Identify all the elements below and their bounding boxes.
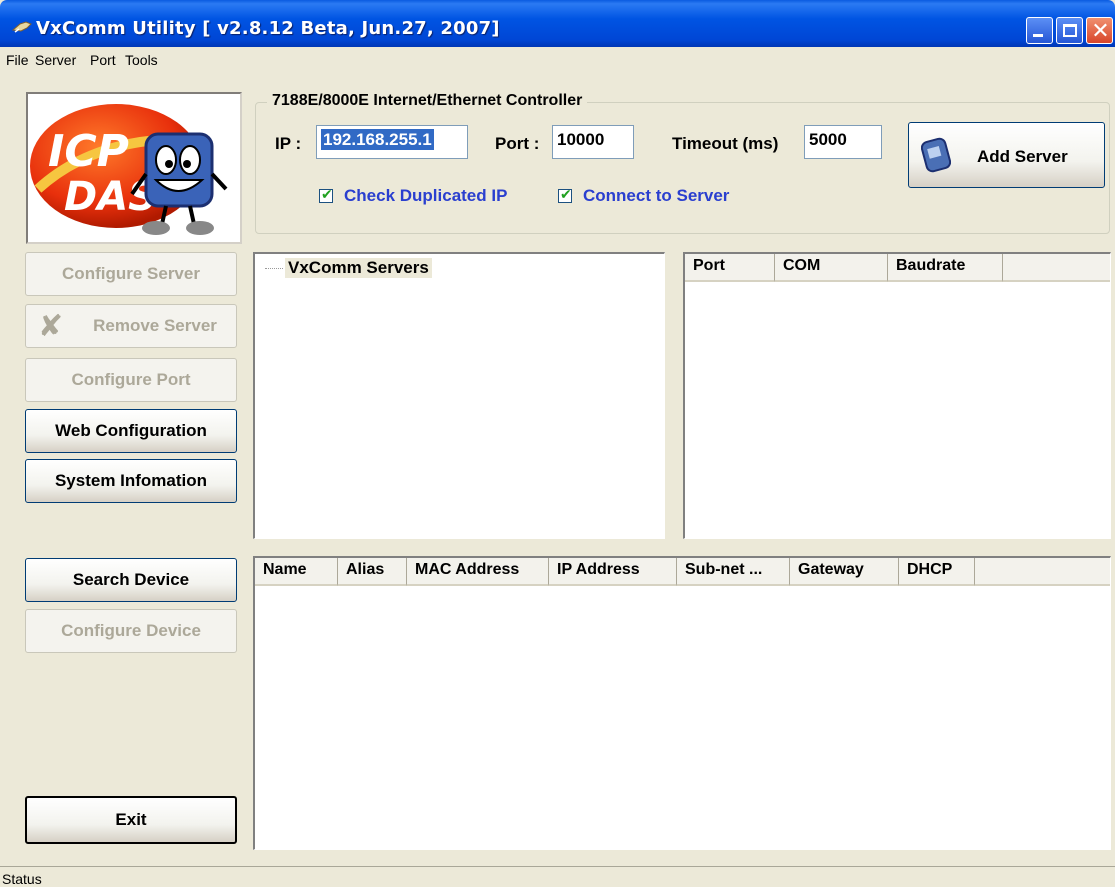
web-configuration-button[interactable]: Web Configuration (25, 409, 237, 453)
col-port[interactable]: Port (685, 254, 775, 282)
search-device-button[interactable]: Search Device (25, 558, 237, 602)
col-alias[interactable]: Alias (338, 558, 407, 586)
configure-server-button[interactable]: Configure Server (25, 252, 237, 296)
configure-port-label: Configure Port (71, 370, 191, 389)
search-device-label: Search Device (72, 570, 190, 589)
exit-button[interactable]: Exit (25, 796, 237, 844)
connect-to-server-checkbox[interactable]: ✔ (558, 186, 572, 203)
add-server-label: Add Server (977, 147, 1068, 166)
minimize-icon (1033, 34, 1043, 37)
maximize-button[interactable] (1056, 17, 1083, 44)
check-mark-icon: ✔ (560, 186, 572, 202)
device-module-icon (921, 137, 951, 173)
ip-input[interactable]: 192.168.255.1 (316, 125, 468, 159)
port-label: Port : (495, 134, 540, 153)
check-mark-icon: ✔ (321, 186, 333, 202)
menu-port[interactable]: Port (90, 52, 116, 68)
remove-server-button[interactable]: ✘ Remove Server (25, 304, 237, 348)
ip-value: 192.168.255.1 (321, 129, 434, 150)
logo-text-icp: ICP (48, 126, 129, 177)
tree-root-label: VxComm Servers (285, 258, 432, 278)
title-bar[interactable]: VxComm Utility [ v2.8.12 Beta, Jun.27, 2… (0, 0, 1115, 47)
menu-tools[interactable]: Tools (125, 52, 158, 68)
close-button[interactable]: ✕ (1086, 17, 1113, 44)
col-dhcp[interactable]: DHCP (899, 558, 975, 586)
controller-group-title: 7188E/8000E Internet/Ethernet Controller (267, 92, 588, 110)
port-list[interactable]: Port COM Baudrate (683, 252, 1111, 539)
remove-server-label: Remove Server (93, 316, 217, 335)
device-list-header: Name Alias MAC Address IP Address Sub-ne… (255, 558, 1110, 586)
minimize-button[interactable] (1026, 17, 1053, 44)
add-server-button[interactable]: Add Server (908, 122, 1105, 188)
servers-tree[interactable]: VxComm Servers (253, 252, 665, 539)
status-text: Status (2, 871, 42, 887)
port-list-header: Port COM Baudrate (685, 254, 1110, 282)
col-com[interactable]: COM (775, 254, 888, 282)
check-duplicated-ip-label[interactable]: Check Duplicated IP (344, 186, 507, 206)
configure-server-label: Configure Server (62, 264, 200, 283)
system-information-button[interactable]: System Infomation (25, 459, 237, 503)
port-value: 10000 (557, 130, 605, 149)
port-input[interactable]: 10000 (552, 125, 634, 159)
col-baudrate[interactable]: Baudrate (888, 254, 1003, 282)
app-icon (12, 21, 32, 33)
menu-server[interactable]: Server (35, 52, 76, 68)
status-bar: Status (0, 866, 1115, 887)
timeout-input[interactable]: 5000 (804, 125, 882, 159)
maximize-icon (1063, 24, 1077, 37)
device-list[interactable]: Name Alias MAC Address IP Address Sub-ne… (253, 556, 1111, 850)
tree-connector (265, 267, 283, 269)
window-title: VxComm Utility [ v2.8.12 Beta, Jun.27, 2… (36, 18, 500, 39)
connect-to-server-label[interactable]: Connect to Server (583, 186, 729, 206)
menu-bar: File Server Port Tools (0, 47, 1115, 72)
tree-root-item[interactable]: VxComm Servers (265, 258, 432, 278)
configure-device-button[interactable]: Configure Device (25, 609, 237, 653)
exit-label: Exit (115, 810, 147, 829)
system-information-label: System Infomation (54, 471, 208, 490)
col-gateway[interactable]: Gateway (790, 558, 899, 586)
timeout-value: 5000 (809, 130, 847, 149)
col-name[interactable]: Name (255, 558, 338, 586)
header-filler (1003, 254, 1110, 282)
configure-device-label: Configure Device (61, 621, 201, 640)
col-mac-address[interactable]: MAC Address (407, 558, 549, 586)
check-duplicated-ip-checkbox[interactable]: ✔ (319, 186, 333, 203)
configure-port-button[interactable]: Configure Port (25, 358, 237, 402)
web-configuration-label: Web Configuration (55, 421, 207, 440)
header-filler (975, 558, 1110, 586)
remove-x-icon: ✘ (38, 310, 64, 343)
col-ip-address[interactable]: IP Address (549, 558, 677, 586)
col-subnet[interactable]: Sub-net ... (677, 558, 790, 586)
menu-file[interactable]: File (6, 52, 29, 68)
icp-das-logo: ICP DAS (26, 92, 242, 244)
ip-label: IP : (275, 134, 302, 153)
close-icon: ✕ (1091, 18, 1110, 43)
timeout-label: Timeout (ms) (672, 134, 779, 153)
